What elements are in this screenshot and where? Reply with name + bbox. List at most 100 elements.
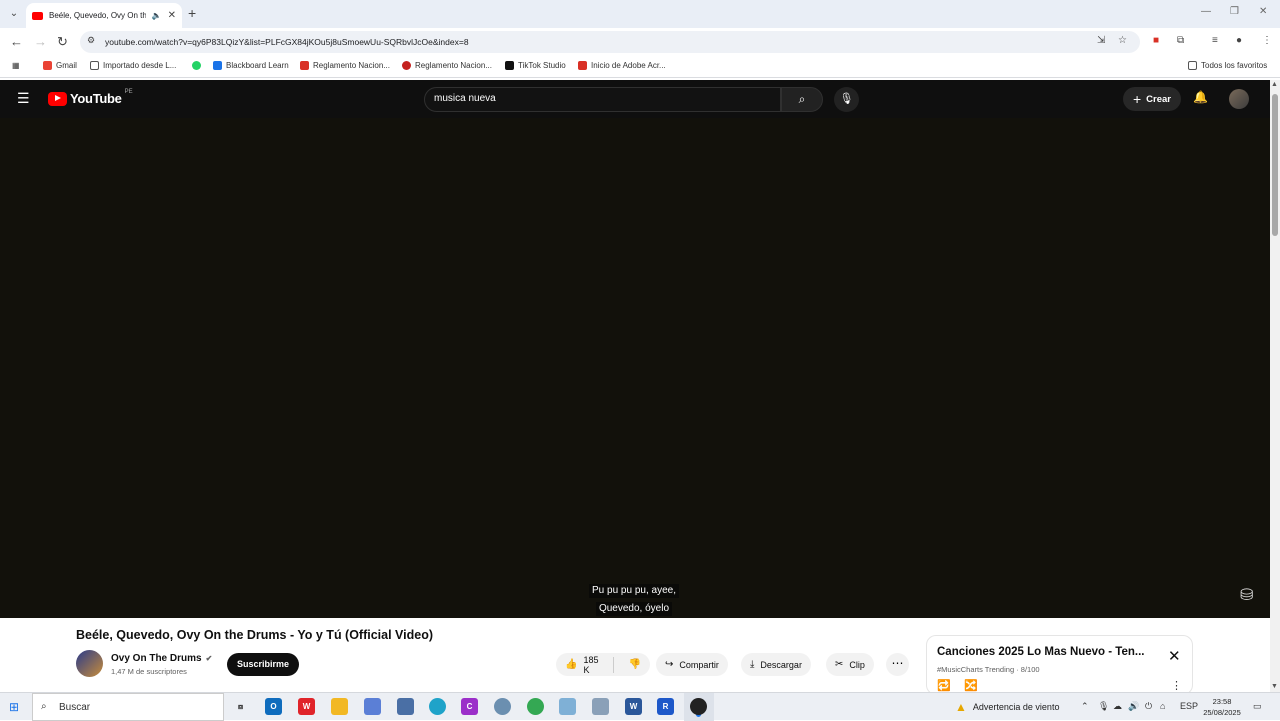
file-explorer-icon[interactable]	[331, 698, 348, 715]
playlist-menu-icon[interactable]: ⋮	[1171, 679, 1182, 692]
channel-avatar[interactable]	[76, 650, 103, 677]
whatsapp-icon	[192, 61, 201, 70]
outlook-icon[interactable]: O	[265, 698, 282, 715]
tool-app-icon[interactable]	[494, 698, 511, 715]
subscriber-count: 1,47 M de suscriptores	[111, 667, 187, 676]
close-window-icon[interactable]: ✕	[1259, 6, 1267, 17]
revit-icon[interactable]: R	[657, 698, 674, 715]
maximize-icon[interactable]: ❐	[1230, 6, 1239, 17]
word-icon[interactable]: W	[625, 698, 642, 715]
close-playlist-icon[interactable]: ✕	[1168, 647, 1181, 665]
scroll-down-icon[interactable]: ▼	[1271, 683, 1278, 690]
bookmark-whatsapp[interactable]	[192, 61, 201, 70]
taskbar-search[interactable]: ⌕ Buscar	[32, 693, 224, 721]
site-info-icon[interactable]: ⚙	[87, 35, 95, 46]
notifications-icon[interactable]: ▭	[1253, 701, 1262, 712]
microphone-tray-icon[interactable]: 🎙	[1098, 701, 1109, 712]
youtube-header: ☰ YouTube PE ⌕ 🎙 +Crear 🔔	[0, 80, 1270, 118]
task-view-icon[interactable]: ⧈	[232, 698, 249, 715]
search-box[interactable]	[424, 87, 781, 112]
youtube-logo[interactable]: YouTube PE	[48, 89, 133, 106]
chrome-icon[interactable]	[527, 698, 544, 715]
canva-icon[interactable]: C	[461, 698, 478, 715]
clip-button[interactable]: ✂ Clip	[826, 653, 874, 676]
playlist-subtitle: #MusicCharts Trending · 8/100	[937, 665, 1040, 674]
hamburger-menu-icon[interactable]: ☰	[17, 90, 30, 107]
shuffle-icon[interactable]: 🔀	[964, 679, 978, 692]
weather-widget[interactable]: ▲ Advertencia de viento	[955, 700, 1059, 714]
search-input[interactable]	[434, 93, 754, 104]
create-button[interactable]: + Crear	[1123, 87, 1181, 111]
reload-icon[interactable]: ↻	[57, 34, 68, 50]
url-text: youtube.com/watch?v=qy6P83LQizY&list=PLF…	[105, 37, 469, 47]
tab-search-icon[interactable]: ⌄	[6, 6, 22, 22]
minimize-icon[interactable]: —	[1201, 6, 1211, 17]
channel-name[interactable]: Ovy On The Drums ✔	[111, 653, 212, 664]
bookmark-reglamento-2[interactable]: Reglamento Nacion...	[402, 61, 492, 70]
calculator-icon[interactable]	[397, 698, 414, 715]
clock[interactable]: 23:58 25/08/2025	[1200, 696, 1244, 718]
windows-taskbar: ⊞ ⌕ Buscar ⧈ O W C W R ▲ Advertencia de …	[0, 692, 1280, 721]
bookmark-blackboard[interactable]: Blackboard Learn	[213, 61, 289, 70]
notifications-bell-icon[interactable]: 🔔	[1193, 90, 1208, 104]
chrome-active-icon[interactable]	[690, 698, 707, 715]
app-icon[interactable]	[559, 698, 576, 715]
extensions-icon[interactable]: ⧉	[1177, 35, 1184, 46]
bookmark-reglamento-1[interactable]: Reglamento Nacion...	[300, 61, 390, 70]
new-tab-button[interactable]: +	[188, 5, 196, 21]
volume-icon[interactable]: 🔊	[1128, 701, 1139, 712]
media-control-icon[interactable]: ≡	[1212, 35, 1218, 46]
page-scrollbar[interactable]: ▲ ▼	[1270, 80, 1280, 692]
battery-icon[interactable]: ⏻	[1145, 701, 1152, 712]
plus-icon: +	[1132, 91, 1142, 107]
more-actions-button[interactable]: ⋯	[886, 653, 909, 676]
bookmark-tiktok[interactable]: TikTok Studio	[505, 61, 566, 70]
network-icon[interactable]: ⌂	[1160, 701, 1165, 711]
voice-search-button[interactable]: 🎙	[834, 87, 859, 112]
video-info: Beéle, Quevedo, Ovy On the Drums - Yo y …	[0, 618, 1270, 695]
video-player[interactable]	[0, 118, 1270, 618]
notepad-icon[interactable]	[592, 698, 609, 715]
back-icon[interactable]: ←	[10, 34, 23, 49]
browser-tab[interactable]: Beéle, Quevedo, Ovy On th 🔈 ✕	[26, 3, 182, 28]
all-bookmarks[interactable]: Todos los favoritos	[1188, 61, 1267, 70]
bookmark-imported[interactable]: Importado desde L...	[90, 61, 176, 70]
video-overlay-icon[interactable]: ⛁	[1240, 585, 1253, 605]
loop-icon[interactable]: 🔁	[937, 679, 951, 692]
bookmark-gmail[interactable]: Gmail	[43, 61, 77, 70]
dislike-button[interactable]: 👎	[620, 659, 650, 670]
playlist-panel: Canciones 2025 Lo Mas Nuevo - Ten... #Mu…	[926, 635, 1193, 695]
caption-line-2: Quevedo, óyelo	[595, 602, 673, 616]
clock-date: 25/08/2025	[1203, 708, 1241, 717]
profile-icon[interactable]: ●	[1236, 35, 1242, 46]
scrollbar-thumb[interactable]	[1272, 94, 1278, 236]
store-icon[interactable]	[364, 698, 381, 715]
acrobat-extension-icon[interactable]: ■	[1153, 35, 1159, 46]
subscribe-button[interactable]: Suscribirme	[227, 653, 299, 676]
tab-strip: ⌄ Beéle, Quevedo, Ovy On th 🔈 ✕ + — ❐ ✕	[0, 0, 1280, 28]
bookmark-adobe[interactable]: Inicio de Adobe Acr...	[578, 61, 666, 70]
tray-chevron-icon[interactable]: ⌃	[1081, 701, 1089, 712]
like-button[interactable]: 👍 185 K	[556, 655, 614, 675]
scroll-up-icon[interactable]: ▲	[1271, 81, 1278, 88]
thumbs-up-icon: 👍	[565, 659, 578, 670]
download-button[interactable]: ⤓ Descargar	[741, 653, 811, 676]
chrome-menu-icon[interactable]: ⋮	[1262, 35, 1272, 46]
edge-icon[interactable]	[429, 698, 446, 715]
playlist-title[interactable]: Canciones 2025 Lo Mas Nuevo - Ten...	[937, 646, 1144, 658]
windows-start-icon[interactable]: ⊞	[9, 700, 19, 714]
onedrive-icon[interactable]: ☁	[1113, 701, 1122, 712]
bookmark-star-icon[interactable]: ☆	[1118, 35, 1127, 46]
pdf-icon	[300, 61, 309, 70]
forward-icon[interactable]: →	[34, 34, 47, 49]
share-button[interactable]: ↪ Compartir	[656, 653, 728, 676]
apps-grid-icon[interactable]: ▦	[12, 61, 20, 70]
speaker-icon[interactable]: 🔈	[152, 11, 162, 20]
install-app-icon[interactable]: ⇲	[1097, 35, 1105, 46]
address-bar[interactable]: ⚙ youtube.com/watch?v=qy6P83LQizY&list=P…	[80, 31, 1140, 53]
wps-office-icon[interactable]: W	[298, 698, 315, 715]
close-tab-icon[interactable]: ✕	[168, 10, 176, 21]
search-button[interactable]: ⌕	[781, 87, 823, 112]
account-avatar[interactable]	[1229, 89, 1249, 109]
language-indicator[interactable]: ESP	[1180, 701, 1198, 711]
